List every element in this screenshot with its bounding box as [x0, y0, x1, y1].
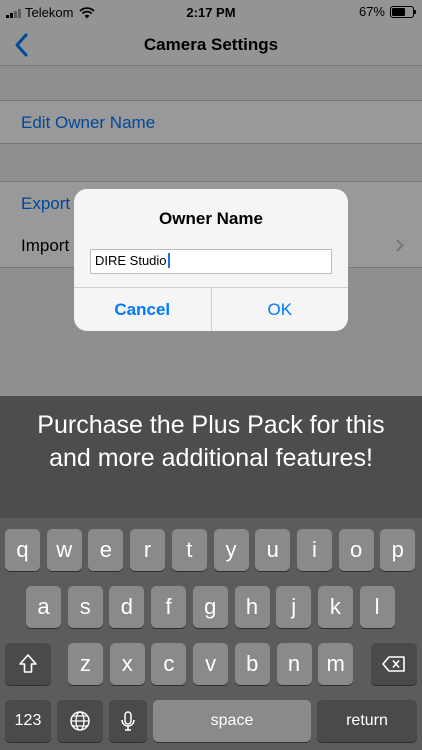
ok-button[interactable]: OK: [212, 288, 349, 331]
key-q[interactable]: q: [5, 529, 40, 571]
key-v[interactable]: v: [193, 643, 229, 685]
promo-text: Purchase the Plus Pack for this and more…: [37, 411, 385, 472]
key-p[interactable]: p: [380, 529, 416, 571]
space-key[interactable]: space: [153, 700, 311, 742]
key-d[interactable]: d: [109, 586, 145, 628]
owner-name-input-value: DIRE Studio: [95, 253, 167, 268]
shift-key[interactable]: [5, 643, 51, 685]
key-r[interactable]: r: [130, 529, 166, 571]
microphone-icon: [121, 711, 135, 731]
key-j[interactable]: j: [276, 586, 312, 628]
owner-name-input[interactable]: DIRE Studio: [90, 249, 332, 274]
text-caret: [167, 253, 170, 268]
key-c[interactable]: c: [151, 643, 187, 685]
key-f[interactable]: f: [151, 586, 187, 628]
key-m[interactable]: m: [318, 643, 354, 685]
globe-icon: [70, 711, 90, 731]
key-k[interactable]: k: [317, 586, 353, 628]
alert-title: Owner Name: [159, 209, 263, 228]
key-n[interactable]: n: [276, 643, 312, 685]
key-y[interactable]: y: [213, 529, 249, 571]
globe-key[interactable]: [57, 700, 103, 742]
key-w[interactable]: w: [46, 529, 82, 571]
key-b[interactable]: b: [234, 643, 270, 685]
key-h[interactable]: h: [234, 586, 270, 628]
delete-icon: [382, 656, 405, 672]
keyboard: 123 space return qwertyuiop asdfghjkl zxcv…: [0, 518, 422, 750]
key-i[interactable]: i: [296, 529, 332, 571]
key-s[interactable]: s: [67, 586, 103, 628]
alert-buttons: Cancel OK: [74, 287, 348, 331]
key-u[interactable]: u: [255, 529, 291, 571]
plus-pack-promo-banner: Purchase the Plus Pack for this and more…: [0, 396, 422, 518]
key-g[interactable]: g: [192, 586, 228, 628]
key-x[interactable]: x: [109, 643, 145, 685]
key-z[interactable]: z: [68, 643, 103, 685]
delete-key[interactable]: [371, 643, 417, 685]
shift-icon: [19, 654, 37, 673]
key-o[interactable]: o: [338, 529, 374, 571]
key-t[interactable]: t: [171, 529, 207, 571]
key-e[interactable]: e: [88, 529, 124, 571]
numbers-key[interactable]: 123: [5, 700, 51, 742]
key-a[interactable]: a: [26, 586, 61, 628]
owner-name-alert: Owner Name DIRE Studio Cancel OK: [74, 189, 348, 331]
key-l[interactable]: l: [359, 586, 395, 628]
cancel-button[interactable]: Cancel: [74, 288, 212, 331]
return-key[interactable]: return: [317, 700, 417, 742]
dictation-key[interactable]: [109, 700, 147, 742]
